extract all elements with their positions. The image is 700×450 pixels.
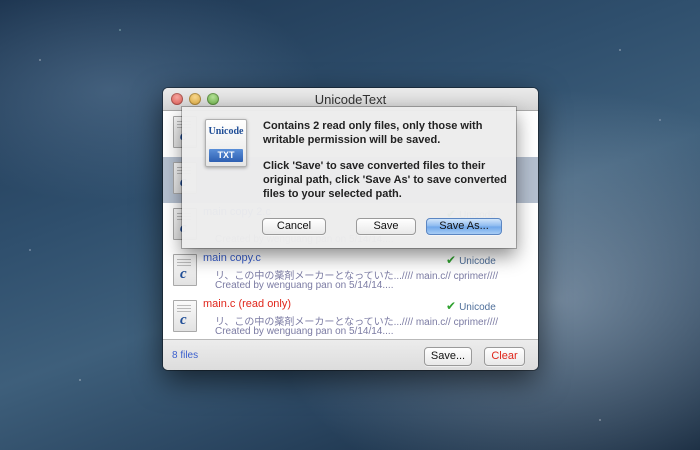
file-count-label: 8 files xyxy=(172,350,199,361)
clear-button[interactable]: Clear xyxy=(484,347,525,366)
c-file-icon: c xyxy=(173,254,197,286)
encoding-label: Unicode xyxy=(459,256,496,267)
app-icon-badge: TXT xyxy=(209,149,243,162)
unicode-txt-icon: Unicode TXT xyxy=(205,119,247,167)
file-row[interactable]: c main.c (read only) リ、この中の薬剤メーカーとなっていた...… xyxy=(163,295,538,342)
encoding-label: Unicode xyxy=(459,302,496,313)
save-as-button[interactable]: Save As... xyxy=(426,218,502,235)
file-row[interactable]: c main copy.c リ、この中の薬剤メーカーとなっていた...//// ma… xyxy=(163,249,538,296)
c-file-icon: c xyxy=(173,300,197,332)
app-icon-label: Unicode xyxy=(208,126,244,137)
file-name: main copy.c xyxy=(203,252,261,264)
file-icon-letter: c xyxy=(180,312,187,328)
encoding-status: ✔Unicode xyxy=(446,253,496,267)
dialog-message: Contains 2 read only files, only those w… xyxy=(263,119,508,213)
check-icon: ✔ xyxy=(446,299,457,313)
footer-bar: 8 files Save... Clear xyxy=(163,339,538,370)
encoding-status: ✔Unicode xyxy=(446,299,496,313)
save-button[interactable]: Save... xyxy=(424,347,472,366)
file-created: Created by wenguang pan on 5/14/14.... xyxy=(215,326,394,337)
check-icon: ✔ xyxy=(446,253,457,267)
window-title: UnicodeText xyxy=(314,92,387,107)
file-name: main.c (read only) xyxy=(203,298,292,310)
dialog-save-button[interactable]: Save xyxy=(356,218,416,235)
dialog-message-readonly: Contains 2 read only files, only those w… xyxy=(263,120,483,146)
file-icon-letter: c xyxy=(180,266,187,282)
cancel-button[interactable]: Cancel xyxy=(262,218,326,235)
file-created: Created by wenguang pan on 5/14/14.... xyxy=(215,280,394,291)
save-confirmation-sheet: Unicode TXT Contains 2 read only files, … xyxy=(182,107,516,248)
dialog-message-instructions: Click 'Save' to save converted files to … xyxy=(263,160,507,200)
